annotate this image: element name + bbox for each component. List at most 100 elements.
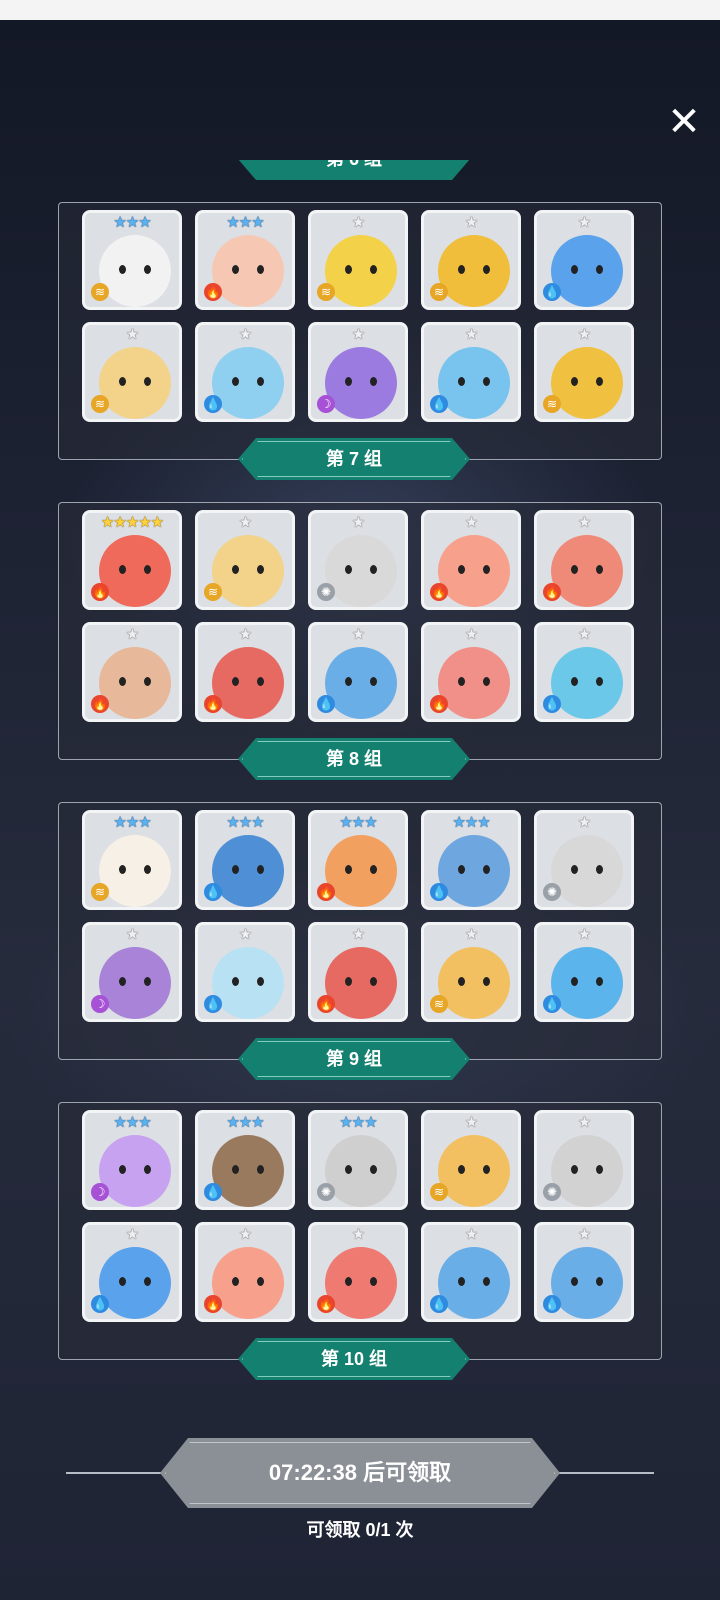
star-rating-icon: ★★★: [113, 214, 151, 231]
hero-eyes: [458, 865, 490, 875]
hero-card[interactable]: ★ 🔥: [421, 622, 521, 722]
hero-eyes: [119, 865, 151, 875]
hero-card[interactable]: ★ 🔥: [195, 1222, 295, 1322]
hero-card[interactable]: ★ 🔥: [308, 1222, 408, 1322]
fire-element-icon: 🔥: [204, 1295, 222, 1313]
fire-element-icon: 🔥: [430, 695, 448, 713]
hero-grid: ★★★ ≋ ★★★ 🔥 ★ ≋ ★ ≋ ★ 💧 ★ ≋ ★ 💧 ★ ☽ ★ 💧 ★ ≋: [82, 210, 638, 422]
hero-card[interactable]: ★ ≋: [421, 1110, 521, 1210]
star-rating-icon: ★: [464, 926, 478, 943]
hero-card[interactable]: ★ 💧: [421, 1222, 521, 1322]
hero-card[interactable]: ★ ≋: [195, 510, 295, 610]
light-element-icon: ✺: [317, 583, 335, 601]
star-rating-icon: ★: [577, 326, 591, 343]
star-rating-icon: ★: [351, 1226, 365, 1243]
fire-element-icon: 🔥: [91, 695, 109, 713]
hero-eyes: [571, 377, 603, 387]
hero-eyes: [232, 265, 264, 275]
hero-eyes: [119, 265, 151, 275]
hero-card[interactable]: ★ 💧: [534, 1222, 634, 1322]
hero-eyes: [232, 1277, 264, 1287]
star-rating-icon: ★: [464, 514, 478, 531]
hero-card[interactable]: ★ 🔥: [195, 622, 295, 722]
hero-card[interactable]: ★★★ ≋: [82, 810, 182, 910]
hero-grid: ★★★ ☽ ★★★ 💧 ★★★ ✺ ★ ≋ ★ ✺ ★ 💧 ★ 🔥 ★ 🔥 ★ 💧 ★ 💧: [82, 1110, 638, 1322]
star-rating-icon: ★★★: [226, 814, 264, 831]
light-element-icon: ✺: [317, 1183, 335, 1201]
star-rating-icon: ★★★: [113, 814, 151, 831]
star-rating-icon: ★: [125, 326, 139, 343]
hero-card[interactable]: ★ 💧: [534, 210, 634, 310]
hero-card[interactable]: ★ ☽: [308, 322, 408, 422]
hero-eyes: [571, 565, 603, 575]
hero-eyes: [232, 1165, 264, 1175]
hero-eyes: [232, 677, 264, 687]
hero-card[interactable]: ★★★ 🔥: [308, 810, 408, 910]
hero-eyes: [345, 1165, 377, 1175]
hero-card[interactable]: ★ ≋: [421, 922, 521, 1022]
water-element-icon: 💧: [91, 1295, 109, 1313]
star-rating-icon: ★: [464, 326, 478, 343]
star-rating-icon: ★: [351, 626, 365, 643]
water-element-icon: 💧: [204, 1183, 222, 1201]
hero-eyes: [571, 677, 603, 687]
wind-element-icon: ≋: [91, 883, 109, 901]
hero-eyes: [571, 1165, 603, 1175]
hero-card[interactable]: ★ ≋: [308, 210, 408, 310]
claim-button[interactable]: 07:22:38 后可领取: [160, 1438, 560, 1508]
hero-card[interactable]: ★★★ 💧: [195, 810, 295, 910]
hero-card[interactable]: ★★★ ✺: [308, 1110, 408, 1210]
hero-eyes: [119, 977, 151, 987]
hero-eyes: [232, 377, 264, 387]
fire-element-icon: 🔥: [91, 583, 109, 601]
group-label-7: 第 7 组: [238, 438, 470, 480]
hero-card[interactable]: ★ ✺: [308, 510, 408, 610]
hero-card[interactable]: ★ 💧: [534, 622, 634, 722]
group-label-10: 第 10 组: [238, 1338, 470, 1380]
reward-groups-list[interactable]: ★★★ ≋ ★★★ 🔥 ★ ≋ ★ ≋ ★ 💧 ★ ≋ ★ 💧 ★ ☽ ★ 💧 ★ ≋ 第 7 组 ★★★★★ 🔥 ★ ≋ ★…: [0, 160, 720, 1400]
hero-card[interactable]: ★ ≋: [421, 210, 521, 310]
star-rating-icon: ★: [125, 1226, 139, 1243]
fire-element-icon: 🔥: [317, 995, 335, 1013]
group-label-8: 第 8 组: [238, 738, 470, 780]
hero-eyes: [232, 565, 264, 575]
water-element-icon: 💧: [317, 695, 335, 713]
dark-element-icon: ☽: [91, 995, 109, 1013]
hero-card[interactable]: ★★★★★ 🔥: [82, 510, 182, 610]
star-rating-icon: ★: [464, 1226, 478, 1243]
claim-count: 可领取 0/1 次: [306, 1520, 414, 1540]
dark-element-icon: ☽: [317, 395, 335, 413]
hero-card[interactable]: ★ 💧: [82, 1222, 182, 1322]
hero-card[interactable]: ★ 🔥: [82, 622, 182, 722]
star-rating-icon: ★: [464, 1114, 478, 1131]
hero-card[interactable]: ★ 🔥: [308, 922, 408, 1022]
star-rating-icon: ★: [577, 626, 591, 643]
hero-card[interactable]: ★★★ ☽: [82, 1110, 182, 1210]
hero-card[interactable]: ★ 💧: [195, 322, 295, 422]
hero-card[interactable]: ★ 🔥: [421, 510, 521, 610]
hero-card[interactable]: ★ 💧: [421, 322, 521, 422]
hero-card[interactable]: ★ ✺: [534, 1110, 634, 1210]
hero-card[interactable]: ★ ✺: [534, 810, 634, 910]
hero-card[interactable]: ★ ☽: [82, 922, 182, 1022]
hero-eyes: [119, 565, 151, 575]
group-8: ★★★★★ 🔥 ★ ≋ ★ ✺ ★ 🔥 ★ 🔥 ★ 🔥 ★ 🔥 ★ 💧 ★ 🔥 ★ 💧 第 8 组: [58, 502, 662, 780]
fire-element-icon: 🔥: [430, 583, 448, 601]
hero-eyes: [119, 677, 151, 687]
wind-element-icon: ≋: [317, 283, 335, 301]
star-rating-icon: ★: [464, 626, 478, 643]
hero-card[interactable]: ★ 🔥: [534, 510, 634, 610]
hero-card[interactable]: ★ ≋: [534, 322, 634, 422]
hero-card[interactable]: ★★★ 💧: [195, 1110, 295, 1210]
hero-card[interactable]: ★ 💧: [534, 922, 634, 1022]
hero-eyes: [232, 865, 264, 875]
hero-card[interactable]: ★ 💧: [308, 622, 408, 722]
hero-card[interactable]: ★★★ 🔥: [195, 210, 295, 310]
hero-card[interactable]: ★ ≋: [82, 322, 182, 422]
hero-card[interactable]: ★★★ 💧: [421, 810, 521, 910]
hero-eyes: [119, 377, 151, 387]
hero-eyes: [571, 977, 603, 987]
hero-card[interactable]: ★ 💧: [195, 922, 295, 1022]
hero-card[interactable]: ★★★ ≋: [82, 210, 182, 310]
close-button[interactable]: ✕: [662, 100, 706, 144]
